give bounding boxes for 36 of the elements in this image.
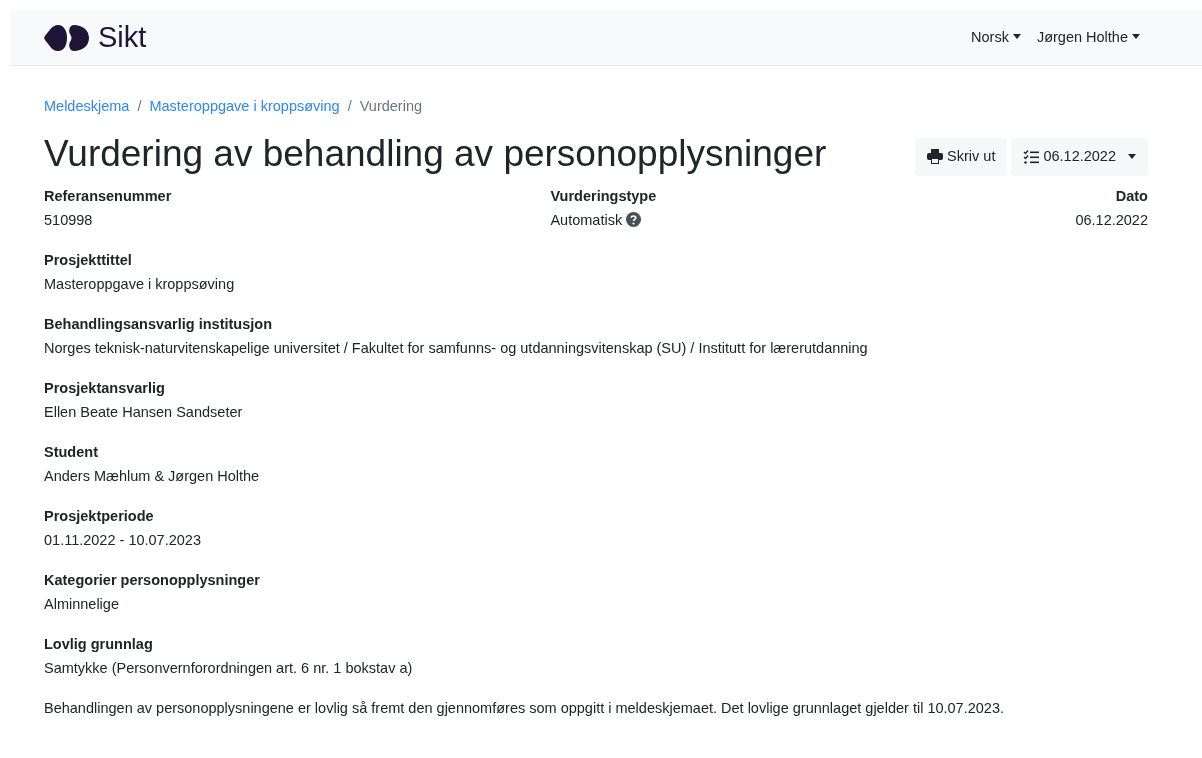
field-value: 510998 [44, 210, 93, 230]
field-value: Ellen Beate Hansen Sandseter [44, 402, 244, 422]
print-icon [927, 149, 944, 165]
breadcrumb-link[interactable]: Masteroppgave i kroppsøving [149, 96, 340, 118]
field-label: Prosjektansvarlig [44, 378, 166, 398]
assessment-note: Behandlingen av personopplysningene er lovlig så fremt den gjennomføres som oppgitt i meldeskjemaet. Det lovlige grunnlaget gjelder til 10.07.2023. [44, 698, 1005, 718]
field-value: Norges teknisk-naturvitenskapelige universitet / Fakultet for samfunns- og utdanningsvitenskap (SU) / Institutt for lærerutdanning [44, 338, 869, 358]
field-value: Masteroppgave i kroppsøving [44, 274, 236, 294]
field-value: Automatisk [550, 210, 623, 230]
field-label: Lovlig grunnlag [44, 634, 154, 654]
field-label: Dato [1114, 186, 1148, 206]
brand-name[interactable]: Sikt [98, 23, 147, 52]
menu-dropdown[interactable]: Norsk [971, 26, 1021, 49]
breadcrumb-separator: / [137, 97, 142, 116]
field-label: Prosjekttittel [44, 250, 133, 270]
checklist-icon [1023, 149, 1040, 164]
help-icon[interactable] [626, 212, 642, 227]
field-value: Alminnelige [44, 594, 120, 614]
field-label: Behandlingsansvarlig institusjon [44, 314, 273, 334]
logo-icon [44, 23, 90, 52]
field-value: 06.12.2022 [1075, 210, 1148, 230]
field-label: Vurderingstype [550, 186, 657, 206]
menu-dropdown[interactable]: Jørgen Holthe [1036, 26, 1140, 49]
version-dropdown[interactable]: 06.12.2022 [1011, 137, 1148, 176]
field-label: Kategorier personopplysninger [44, 570, 261, 590]
field-value: Anders Mæhlum & Jørgen Holthe [44, 466, 261, 486]
page-title: Vurdering av behandling av personopplysninger [44, 133, 827, 175]
breadcrumb-link[interactable]: Meldeskjema [44, 96, 130, 118]
breadcrumb-separator: / [347, 97, 352, 116]
field-value: 01.11.2022 - 10.07.2023 [44, 530, 202, 550]
print-button[interactable]: Skriv ut [915, 137, 1008, 176]
field-value: Samtykke (Personvernforordningen art. 6 nr. 1 bokstav a) [44, 658, 414, 678]
breadcrumb-current: Vurdering [359, 97, 423, 116]
field-label: Student [44, 442, 99, 462]
field-label: Referansenummer [44, 186, 172, 206]
field-label: Prosjektperiode [44, 506, 155, 526]
